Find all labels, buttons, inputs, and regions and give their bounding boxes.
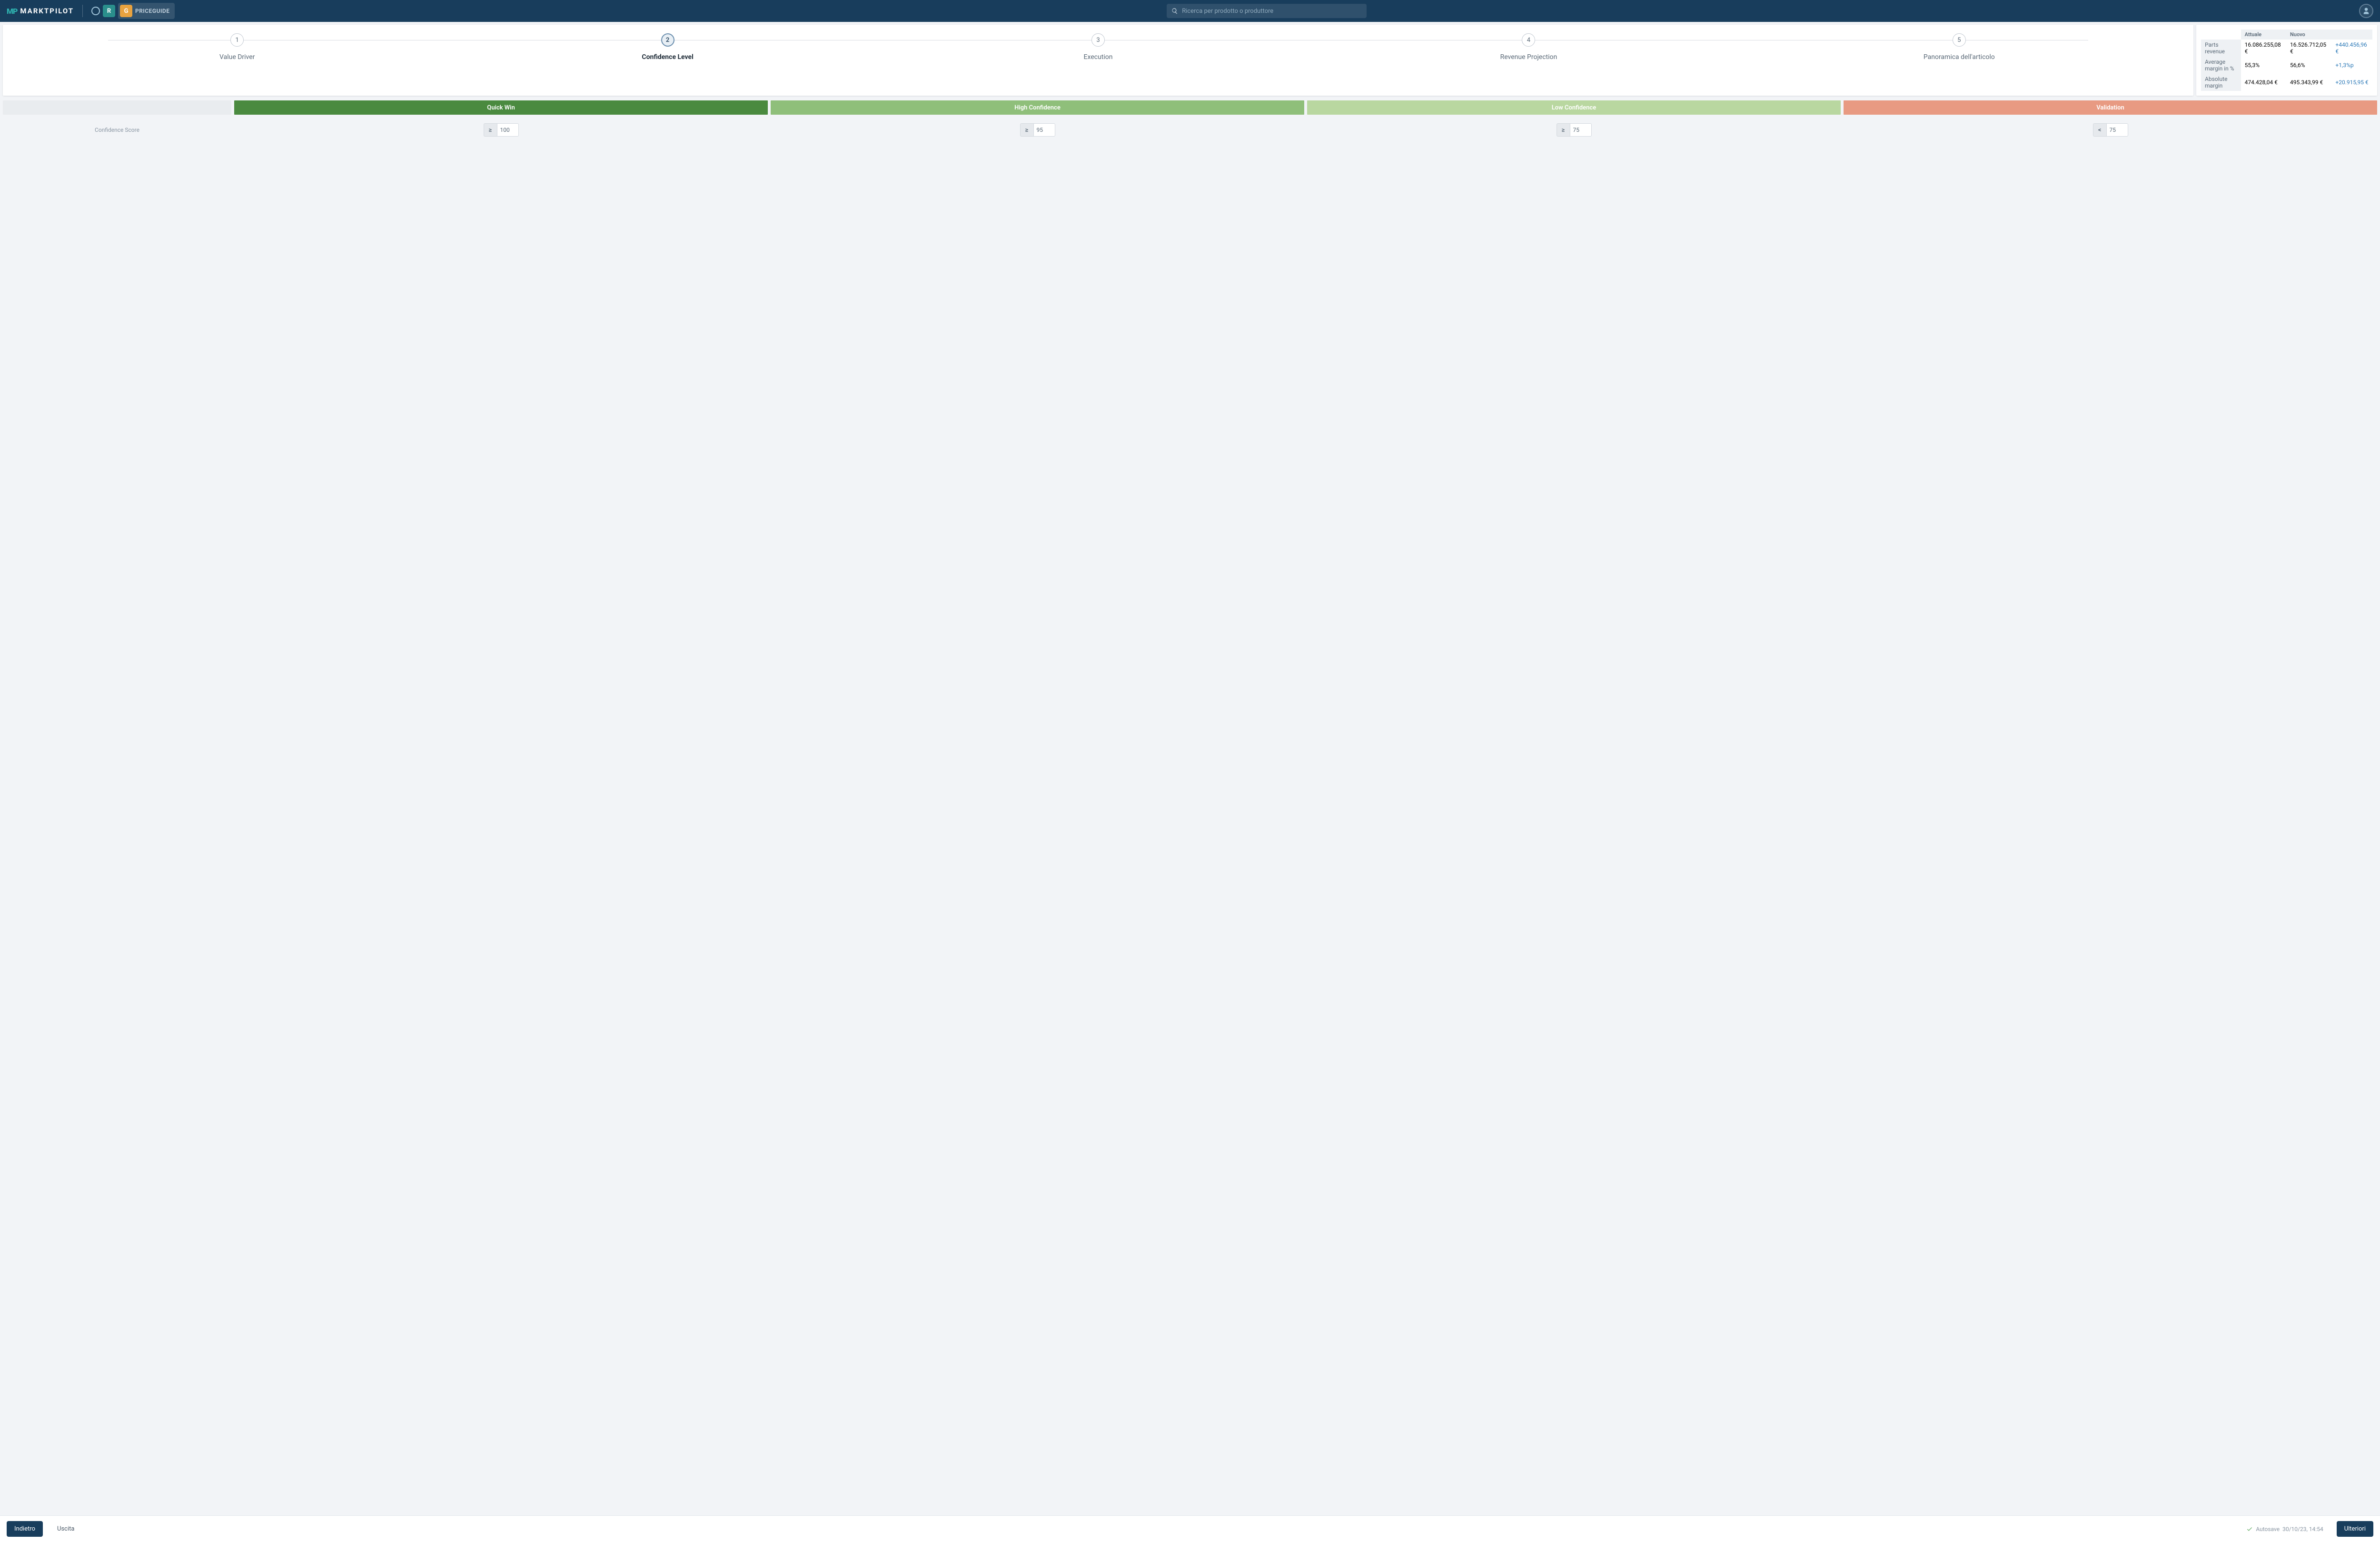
main-area: 1 Value Driver 2 Confidence Level 3 Exec… xyxy=(0,22,2380,1515)
conf-header-low-confidence: Low Confidence xyxy=(1307,100,1841,115)
tool-g-icon: G xyxy=(120,5,132,17)
priceguide-button[interactable]: G PRICEGUIDE xyxy=(118,3,174,19)
step-label: Panoramica dell'articolo xyxy=(1924,53,1995,61)
search-input[interactable] xyxy=(1182,8,1362,15)
metric-new: 495.343,99 € xyxy=(2286,74,2331,91)
operator: < xyxy=(2093,123,2106,137)
footer-bar: Indietro Uscita Autosave 30/10/23, 14:54… xyxy=(0,1515,2380,1542)
conf-cell-low-confidence: ≥ xyxy=(1307,118,1841,142)
priceguide-label: PRICEGUIDE xyxy=(135,8,169,14)
threshold-input-quick-win[interactable]: ≥ xyxy=(484,123,519,137)
stepper-card: 1 Value Driver 2 Confidence Level 3 Exec… xyxy=(3,25,2193,96)
autosave-timestamp: 30/10/23, 14:54 xyxy=(2282,1526,2323,1532)
step-number: 2 xyxy=(661,33,674,47)
step-label: Execution xyxy=(1084,53,1113,61)
step-number: 1 xyxy=(230,33,244,47)
top-panels: 1 Value Driver 2 Confidence Level 3 Exec… xyxy=(3,25,2377,96)
operator: ≥ xyxy=(484,123,497,137)
stepper: 1 Value Driver 2 Confidence Level 3 Exec… xyxy=(22,33,2174,61)
col-current: Attuale xyxy=(2241,30,2286,40)
threshold-value[interactable] xyxy=(1570,123,1592,137)
step-1[interactable]: 1 Value Driver xyxy=(22,33,452,61)
step-number: 4 xyxy=(1522,33,1535,47)
summary-row: Average margin in % 55,3% 56,6% +1,3%p xyxy=(2201,57,2372,74)
metric-delta: +20.915,95 € xyxy=(2331,74,2372,91)
check-icon xyxy=(2246,1526,2253,1532)
brand-text: MARKTPILOT xyxy=(20,7,74,15)
conf-cell-quick-win: ≥ xyxy=(234,118,768,142)
conf-cell-high-confidence: ≥ xyxy=(771,118,1304,142)
top-bar: MP MARKTPILOT R G PRICEGUIDE xyxy=(0,0,2380,22)
summary-header-row: Attuale Nuovo xyxy=(2201,30,2372,40)
conf-header-validation: Validation xyxy=(1844,100,2377,115)
exit-button[interactable]: Uscita xyxy=(50,1521,82,1537)
user-avatar[interactable] xyxy=(2359,4,2373,18)
step-5[interactable]: 5 Panoramica dell'articolo xyxy=(1744,33,2174,61)
threshold-input-low-confidence[interactable]: ≥ xyxy=(1557,123,1592,137)
search-wrap xyxy=(180,4,2353,18)
summary-row: Absolute margin 474.428,04 € 495.343,99 … xyxy=(2201,74,2372,91)
metric-delta: +440.456,96 € xyxy=(2331,40,2372,57)
step-label: Revenue Projection xyxy=(1500,53,1557,61)
step-number: 5 xyxy=(1953,33,1966,47)
metric-new: 56,6% xyxy=(2286,57,2331,74)
back-button[interactable]: Indietro xyxy=(7,1521,43,1537)
brand-logo[interactable]: MP MARKTPILOT xyxy=(7,7,74,16)
operator: ≥ xyxy=(1020,123,1033,137)
step-label: Value Driver xyxy=(219,53,255,61)
tool-icons: R G PRICEGUIDE xyxy=(91,3,174,19)
step-3[interactable]: 3 Execution xyxy=(883,33,1313,61)
summary-table: Attuale Nuovo Parts revenue 16.086.255,0… xyxy=(2201,30,2372,91)
summary-row: Parts revenue 16.086.255,08 € 16.526.712… xyxy=(2201,40,2372,57)
next-button[interactable]: Ulteriori xyxy=(2337,1521,2373,1537)
metric-name: Average margin in % xyxy=(2201,57,2241,74)
metric-name: Absolute margin xyxy=(2201,74,2241,91)
step-number: 3 xyxy=(1091,33,1105,47)
metric-delta: +1,3%p xyxy=(2331,57,2372,74)
autosave-status: Autosave 30/10/23, 14:54 xyxy=(2246,1526,2323,1532)
autosave-prefix: Autosave xyxy=(2256,1526,2280,1532)
search-icon xyxy=(1171,8,1178,14)
confidence-grid: Quick Win High Confidence Low Confidence… xyxy=(3,100,2377,142)
divider xyxy=(82,5,83,17)
threshold-input-high-confidence[interactable]: ≥ xyxy=(1020,123,1055,137)
metric-new: 16.526.712,05 € xyxy=(2286,40,2331,57)
threshold-value[interactable] xyxy=(1033,123,1055,137)
brand-text-main: MARKTPILOT xyxy=(20,7,74,15)
summary-card: Attuale Nuovo Parts revenue 16.086.255,0… xyxy=(2196,25,2377,96)
metric-name: Parts revenue xyxy=(2201,40,2241,57)
metric-current: 55,3% xyxy=(2241,57,2286,74)
search-box[interactable] xyxy=(1167,4,1367,18)
metric-current: 16.086.255,08 € xyxy=(2241,40,2286,57)
conf-header-empty xyxy=(3,100,231,115)
step-label: Confidence Level xyxy=(642,53,693,61)
metric-current: 474.428,04 € xyxy=(2241,74,2286,91)
threshold-value[interactable] xyxy=(2106,123,2128,137)
tool-r-icon[interactable]: R xyxy=(103,5,115,17)
user-icon xyxy=(2362,7,2370,15)
conf-header-quick-win: Quick Win xyxy=(234,100,768,115)
dashboard-pie-icon[interactable] xyxy=(91,7,100,15)
step-2[interactable]: 2 Confidence Level xyxy=(452,33,883,61)
operator: ≥ xyxy=(1557,123,1570,137)
conf-cell-validation: < xyxy=(1844,118,2377,142)
col-new: Nuovo xyxy=(2286,30,2331,40)
threshold-input-validation[interactable]: < xyxy=(2093,123,2128,137)
threshold-value[interactable] xyxy=(497,123,519,137)
step-4[interactable]: 4 Revenue Projection xyxy=(1313,33,1744,61)
confidence-score-label: Confidence Score xyxy=(3,118,231,142)
brand-mark: MP xyxy=(7,7,17,16)
conf-header-high-confidence: High Confidence xyxy=(771,100,1304,115)
